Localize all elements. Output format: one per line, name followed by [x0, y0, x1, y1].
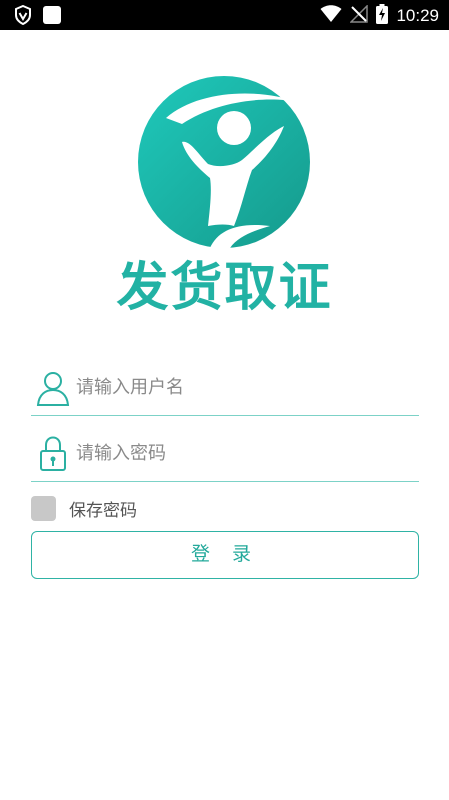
user-icon [36, 370, 70, 406]
username-field [31, 356, 419, 416]
password-input[interactable] [76, 434, 406, 472]
no-signal-icon [349, 4, 369, 27]
status-bar-left [14, 4, 62, 29]
vpn-shield-icon [14, 4, 32, 29]
remember-password-label: 保存密码 [69, 500, 137, 521]
status-bar-right: 10:29 [320, 4, 439, 28]
password-field [31, 422, 419, 482]
battery-charging-icon [376, 4, 389, 28]
clock-time: 10:29 [396, 6, 439, 25]
app-title: 发货取证 [116, 258, 333, 318]
remember-password-row[interactable]: 保存密码 [31, 494, 137, 522]
login-button[interactable]: 登 录 [31, 531, 419, 579]
wifi-icon [320, 5, 342, 27]
lock-icon [36, 436, 70, 472]
username-input[interactable] [76, 368, 406, 406]
app-logo [138, 76, 310, 248]
person-jumping-logo [138, 76, 310, 248]
remember-password-checkbox[interactable] [31, 495, 56, 521]
status-bar: 10:29 [0, 0, 449, 30]
notification-square-icon [42, 5, 62, 29]
